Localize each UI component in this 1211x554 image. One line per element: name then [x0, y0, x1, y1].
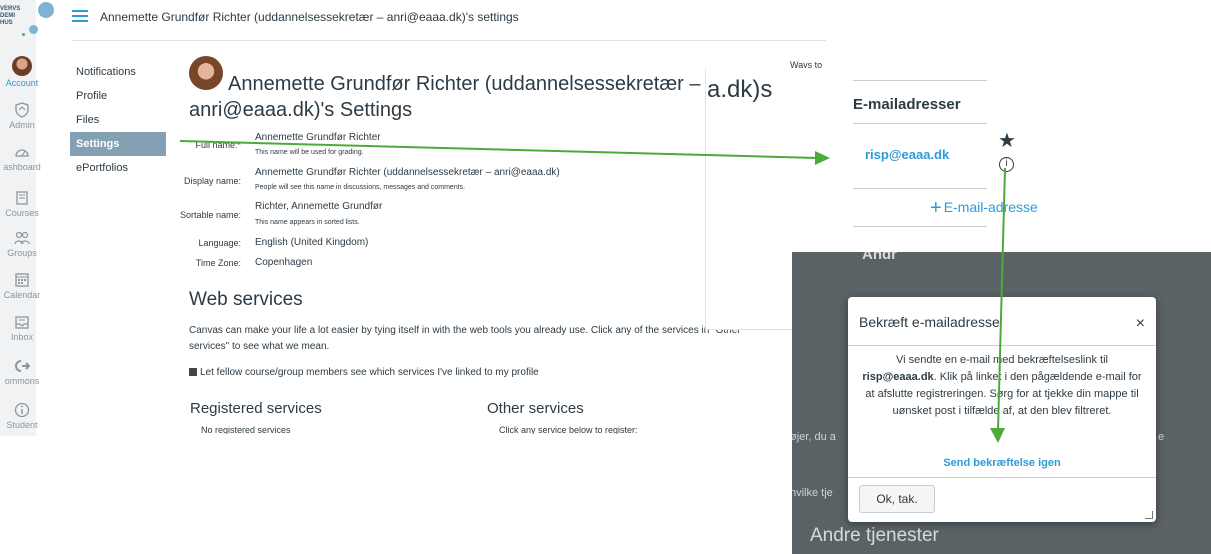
dialog-body-line1: Vi sendte en e-mail med bekræftelseslink… — [896, 354, 1108, 366]
book-icon — [16, 191, 28, 205]
global-nav-label: ommons — [4, 376, 40, 386]
web-services-text: Canvas can make your life a lot easier b… — [189, 325, 741, 352]
subnav-eportfolios[interactable]: ePortfolios — [70, 156, 166, 180]
global-nav-label: Account — [5, 78, 39, 88]
global-nav-label: Student — [6, 420, 38, 430]
display-name-hint: People will see this name in discussions… — [255, 184, 466, 191]
bg-heading-fragment: Andr — [862, 252, 897, 263]
global-nav-account[interactable]: Account — [0, 56, 44, 88]
timezone-label: Time Zone: — [195, 258, 241, 268]
services-visibility-row[interactable]: Let fellow course/group members see whic… — [189, 367, 539, 378]
subnav-settings[interactable]: Settings — [70, 132, 166, 156]
subnav-files[interactable]: Files — [70, 108, 166, 132]
global-nav-commons[interactable]: ommons — [0, 358, 44, 386]
sortable-name-value: Richter, Annemette Grundfør — [255, 201, 383, 212]
timezone-value: Copenhagen — [255, 257, 313, 268]
bg-text-fragment: e — [1158, 431, 1165, 443]
email-addresses-heading: E-mailadresser — [853, 96, 961, 113]
sortable-name-label: Sortable name: — [179, 210, 241, 220]
subnav-profile[interactable]: Profile — [70, 84, 166, 108]
language-label: Language: — [198, 238, 241, 248]
global-nav-label: Courses — [5, 208, 39, 218]
global-nav-admin[interactable]: Admin — [0, 102, 44, 130]
avatar — [12, 56, 32, 76]
registered-services-text: No registered services — [201, 425, 291, 434]
close-icon[interactable]: × — [1136, 315, 1145, 333]
global-nav-label: Calendar — [3, 290, 41, 300]
groups-icon — [14, 231, 30, 245]
global-nav-groups[interactable]: Groups — [0, 230, 44, 258]
bg-text-fragment: øjer, du a — [792, 431, 836, 443]
full-name-label: Full name:* — [195, 140, 241, 150]
logo-text: VERVS DEMI HUS — [0, 6, 21, 26]
shield-icon — [15, 102, 29, 118]
web-services-heading: Web services — [189, 289, 303, 310]
inbox-icon — [15, 316, 29, 329]
services-visibility-checkbox[interactable] — [189, 368, 197, 376]
email-address-link[interactable]: risp@eaaa.dk — [865, 147, 949, 162]
global-nav-label: Inbox — [10, 332, 34, 342]
full-name-hint: This name will be used for grading. — [255, 149, 364, 156]
confirm-email-dialog: Bekræft e-mailadresse × Vi sendte en e-m… — [848, 297, 1156, 522]
page-title-line1: Annemette Grundfør Richter (uddannelsess… — [228, 73, 701, 95]
display-name-label: Display name: — [183, 176, 241, 186]
subnav-notifications[interactable]: Notifications — [70, 60, 166, 84]
resize-handle[interactable] — [1145, 511, 1153, 519]
star-icon[interactable]: ★ — [998, 128, 1016, 153]
info-icon — [14, 402, 30, 418]
ok-button[interactable]: Ok, tak. — [859, 485, 935, 513]
plus-icon: + — [930, 197, 942, 219]
dashboard-icon — [15, 149, 29, 157]
resend-confirmation-link[interactable]: Send bekræftelse igen — [848, 457, 1156, 469]
full-name-value: Annemette Grundfør Richter — [255, 132, 381, 143]
add-email-label: E-mail-adresse — [943, 199, 1038, 215]
global-nav-calendar[interactable]: Calendar — [0, 272, 44, 300]
dialog-title: Bekræft e-mailadresse — [859, 314, 1000, 330]
global-nav-label: Groups — [7, 248, 37, 258]
global-nav-student[interactable]: Student — [0, 402, 44, 430]
registered-services-heading: Registered services — [190, 400, 322, 417]
other-services-heading: Other services — [487, 400, 584, 417]
sortable-name-hint: This name appears in sorted lists. — [255, 219, 360, 226]
global-nav-label: Admin — [9, 120, 35, 130]
commons-icon — [15, 360, 30, 372]
global-navigation: VERVS DEMI HUS Account Admin ashboard Co… — [0, 0, 54, 436]
global-nav-inbox[interactable]: Inbox — [0, 314, 44, 342]
bg-andre-tjenester: Andre tjenester — [810, 525, 939, 546]
display-name-value: Annemette Grundfør Richter (uddannelsess… — [255, 167, 560, 178]
breadcrumb: Annemette Grundfør Richter (uddannelsess… — [100, 10, 519, 24]
bg-text-fragment: hvilke tje — [792, 487, 833, 499]
calendar-icon — [15, 273, 29, 287]
global-nav-dashboard[interactable]: ashboard — [0, 144, 44, 172]
language-value: English (United Kingdom) — [255, 237, 369, 248]
info-icon[interactable]: i — [999, 157, 1014, 172]
profile-avatar[interactable] — [189, 56, 223, 90]
page-title-line2: anri@eaaa.dk)'s Settings — [189, 99, 413, 121]
overlay-title-fragment: a.dk)s — [707, 76, 773, 103]
services-visibility-label: Let fellow course/group members see whic… — [200, 367, 539, 378]
other-services-text: Click any service below to register: — [499, 425, 638, 434]
dialog-body: Vi sendte en e-mail med bekræftelseslink… — [858, 352, 1146, 420]
account-subnav: Notifications Profile Files Settings ePo… — [70, 60, 166, 180]
add-email-button[interactable]: + E-mail-adresse — [930, 197, 1038, 220]
institution-logo[interactable]: VERVS DEMI HUS — [0, 0, 60, 44]
hamburger-menu-icon[interactable] — [72, 10, 88, 22]
dialog-body-email: risp@eaaa.dk — [862, 371, 934, 383]
global-nav-courses[interactable]: Courses — [0, 190, 44, 218]
global-nav-label: ashboard — [3, 162, 41, 172]
